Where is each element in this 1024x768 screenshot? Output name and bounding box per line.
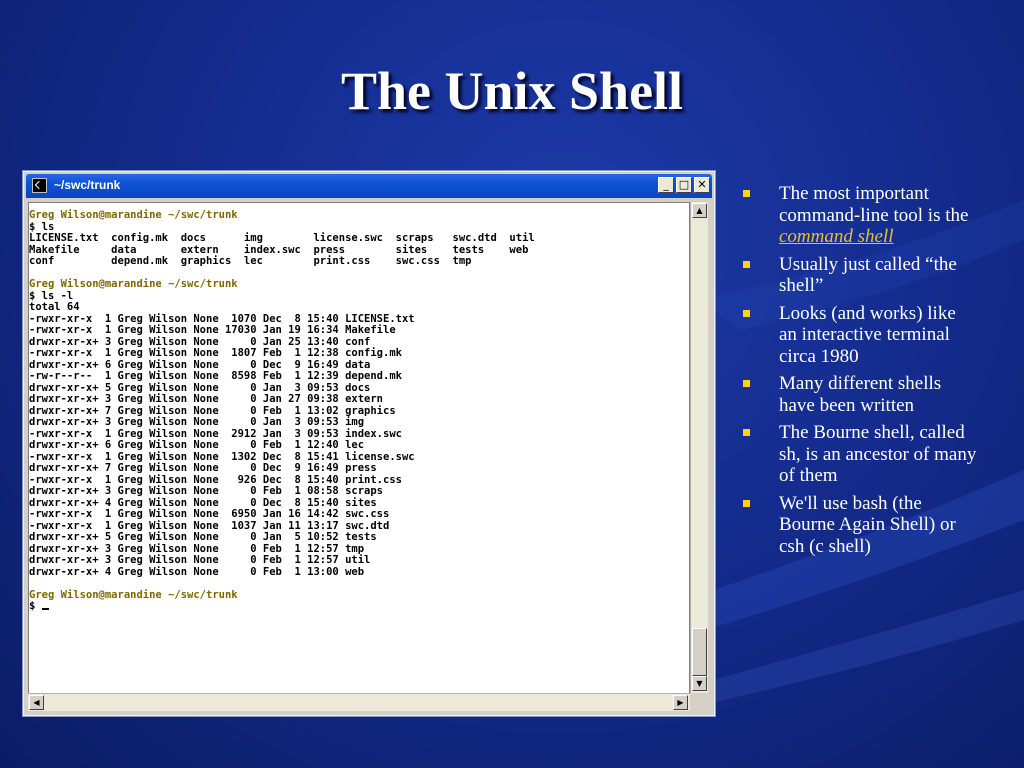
console-line: drwxr-xr-x+ 3 Greg Wilson None 0 Jan 27 … <box>29 393 384 405</box>
bullet-list: The most important command-line tool is … <box>738 183 978 563</box>
bullet-text: Looks (and works) like an interactive te… <box>779 302 956 367</box>
console-line: -rwxr-xr-x 1 Greg Wilson None 17030 Jan … <box>29 324 396 336</box>
close-button[interactable]: ✕ <box>694 177 710 193</box>
bullet-text: Many different shells have been written <box>779 373 942 416</box>
scroll-down-button[interactable]: ▼ <box>692 676 707 691</box>
console-line: drwxr-xr-x+ 7 Greg Wilson None 0 Feb 1 1… <box>29 404 396 417</box>
console-line: -rwxr-xr-x 1 Greg Wilson None 926 Dec 8 … <box>29 473 402 486</box>
scroll-right-button[interactable]: ▶ <box>673 695 688 710</box>
bullet-item: Many different shells have been written <box>738 373 978 416</box>
console-line: -rwxr-xr-x 1 Greg Wilson None 1807 Feb 1… <box>29 347 402 359</box>
console-line: -rw-r--r-- 1 Greg Wilson None 8598 Feb 1… <box>29 370 402 382</box>
shell-prompt: Greg Wilson@marandine ~/swc/trunk <box>29 278 238 290</box>
text-cursor <box>41 608 49 610</box>
scroll-up-button[interactable]: ▲ <box>692 203 707 218</box>
bullet-square-icon <box>743 190 750 197</box>
console-output[interactable]: Greg Wilson@marandine ~/swc/trunk $ ls L… <box>28 202 690 695</box>
console-line: -rwxr-xr-x 1 Greg Wilson None 1302 Dec 8… <box>29 450 415 463</box>
bullet-square-icon <box>743 380 750 387</box>
maximize-button[interactable]: □ <box>676 177 692 193</box>
command-shell-link[interactable]: command shell <box>779 226 894 247</box>
console-line: -rwxr-xr-x 1 Greg Wilson None 1037 Jan 1… <box>29 519 390 532</box>
console-line: total 64 <box>29 301 80 313</box>
console-line: drwxr-xr-x+ 3 Greg Wilson None 0 Jan 3 0… <box>29 416 365 428</box>
bullet-text: We'll use bash (the Bourne Again Shell) … <box>779 492 956 557</box>
slide-title: The Unix Shell <box>340 61 684 121</box>
bullet-item: Looks (and works) like an interactive te… <box>738 303 978 368</box>
minimize-button[interactable]: _ <box>658 177 674 193</box>
scroll-thumb[interactable] <box>692 628 707 676</box>
bullet-square-icon <box>743 429 750 436</box>
console-line: drwxr-xr-x+ 5 Greg Wilson None 0 Jan 5 1… <box>29 531 377 543</box>
bullet-square-icon <box>743 499 750 507</box>
console-line: drwxr-xr-x+ 4 Greg Wilson None 0 Dec 8 1… <box>29 496 377 509</box>
scrollbar-corner <box>690 693 707 710</box>
console-line: $ ls <box>29 220 55 233</box>
horizontal-scrollbar[interactable]: ◀ ▶ <box>28 693 690 711</box>
bullet-text: Usually just called “the shell” <box>779 253 957 297</box>
console-line: LICENSE.txt config.mk docs img license.s… <box>29 232 535 244</box>
bullet-text: The Bourne shell, called sh, is an ances… <box>779 422 977 486</box>
scroll-left-button[interactable]: ◀ <box>29 695 44 710</box>
console-line: drwxr-xr-x+ 4 Greg Wilson None 0 Feb 1 1… <box>29 565 365 578</box>
console-line: conf depend.mk graphics lec print.css sw… <box>29 255 472 267</box>
console-line: drwxr-xr-x+ 6 Greg Wilson None 0 Dec 9 1… <box>29 358 371 371</box>
console-line: $ <box>29 600 42 612</box>
console-line: drwxr-xr-x+ 3 Greg Wilson None 0 Jan 25 … <box>29 335 371 348</box>
bullet-item: The most important command-line tool is … <box>738 183 978 248</box>
bullet-text: The most important command-line tool is … <box>779 183 969 226</box>
bullet-square-icon <box>743 260 750 268</box>
shell-prompt: Greg Wilson@marandine ~/swc/trunk <box>29 209 238 221</box>
console-line: drwxr-xr-x+ 6 Greg Wilson None 0 Feb 1 1… <box>29 439 365 451</box>
terminal-icon <box>32 178 47 193</box>
shell-prompt: Greg Wilson@marandine ~/swc/trunk <box>29 588 238 601</box>
console-line: -rwxr-xr-x 1 Greg Wilson None 1070 Dec 8… <box>29 312 415 325</box>
window-title: ~/swc/trunk <box>54 178 121 192</box>
console-line: drwxr-xr-x+ 7 Greg Wilson None 0 Dec 9 1… <box>29 462 377 474</box>
console-line: -rwxr-xr-x 1 Greg Wilson None 6950 Jan 1… <box>29 508 390 520</box>
console-line: $ ls -l <box>29 289 74 302</box>
console-line: drwxr-xr-x+ 3 Greg Wilson None 0 Feb 1 1… <box>29 542 365 555</box>
bullet-item: Usually just called “the shell” <box>738 254 978 297</box>
console-line: drwxr-xr-x+ 5 Greg Wilson None 0 Jan 3 0… <box>29 381 371 394</box>
console-line: drwxr-xr-x+ 3 Greg Wilson None 0 Feb 1 0… <box>29 485 384 497</box>
bullet-item: We'll use bash (the Bourne Again Shell) … <box>738 493 978 558</box>
console-text: Greg Wilson@marandine ~/swc/trunk $ ls L… <box>29 203 689 613</box>
console-line: drwxr-xr-x+ 3 Greg Wilson None 0 Feb 1 1… <box>29 554 371 566</box>
window-titlebar[interactable]: ~/swc/trunk _ □ ✕ <box>26 174 712 198</box>
bullet-square-icon <box>743 309 750 317</box>
console-line: -rwxr-xr-x 1 Greg Wilson None 2912 Jan 3… <box>29 427 402 440</box>
vertical-scrollbar[interactable]: ▲ ▼ <box>690 202 708 693</box>
terminal-window[interactable]: ~/swc/trunk _ □ ✕ Greg Wilson@marandine … <box>22 170 716 717</box>
bullet-item: The Bourne shell, called sh, is an ances… <box>738 422 978 487</box>
console-line: Makefile data extern index.swc press sit… <box>29 243 529 256</box>
